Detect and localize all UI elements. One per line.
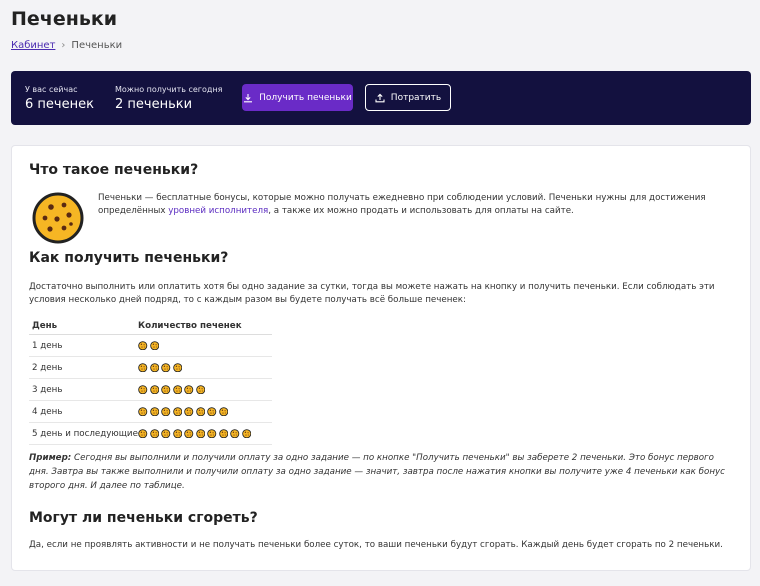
- table-cell-day: 3 день: [32, 384, 63, 395]
- balance-panel: У вас сейчас 6 печенек Можно получить се…: [11, 71, 751, 125]
- cookie-icon: [184, 428, 194, 439]
- breadcrumb-current: Печеньки: [71, 40, 123, 51]
- breadcrumb: Кабинет › Печеньки: [11, 40, 122, 51]
- cookie-icon: [241, 428, 251, 439]
- about-heading: Что такое печеньки?: [29, 162, 199, 178]
- table-row: 3 день: [29, 379, 272, 401]
- cookie-icon: [149, 406, 159, 417]
- cookie-icon: [161, 428, 171, 439]
- today-available-label: Можно получить сегодня: [115, 85, 223, 94]
- cookie-icon: [161, 362, 171, 373]
- download-icon: [244, 93, 253, 102]
- table-cell-count: [138, 384, 205, 395]
- spend-label: Потратить: [390, 92, 442, 103]
- cookie-icon: [161, 384, 171, 395]
- cookie-icon: [218, 406, 228, 417]
- table-row: 1 день: [29, 335, 272, 357]
- cookie-icon: [230, 428, 240, 439]
- burn-text: Да, если не проявлять активности и не по…: [29, 540, 723, 550]
- table-row: 2 день: [29, 357, 272, 379]
- cookie-icon: [138, 428, 148, 439]
- cookie-icon: [172, 428, 182, 439]
- cookie-icon: [149, 362, 159, 373]
- chevron-right-icon: ›: [61, 40, 66, 51]
- burn-heading: Могут ли печеньки сгореть?: [29, 510, 258, 526]
- current-balance-label: У вас сейчас: [25, 85, 78, 94]
- executor-levels-link[interactable]: уровней исполнителя: [168, 206, 268, 216]
- cookie-icon: [207, 406, 217, 417]
- cookie-table: День Количество печенек 1 день 2 день 3 де…: [29, 318, 272, 445]
- table-header: День Количество печенек: [29, 318, 272, 335]
- table-cell-day: 5 день и последующие: [32, 428, 138, 439]
- example-label: Пример:: [29, 453, 72, 463]
- table-body: 1 день 2 день 3 день 4 день 5 день и последу…: [29, 335, 272, 445]
- cookie-icon: [184, 406, 194, 417]
- table-cell-count: [138, 362, 182, 373]
- table-cell-count: [138, 406, 228, 417]
- example-body: Сегодня вы выполнили и получили оплату з…: [29, 453, 725, 491]
- cookie-icon: [172, 362, 182, 373]
- upload-icon: [375, 93, 385, 102]
- table-cell-count: [138, 428, 251, 439]
- table-cell-day: 1 день: [32, 340, 63, 351]
- cookie-icon: [149, 428, 159, 439]
- current-balance: У вас сейчас 6 печенек: [25, 85, 94, 112]
- how-text: Достаточно выполнить или оплатить хотя б…: [29, 282, 715, 305]
- cookie-icon: [172, 406, 182, 417]
- page-title: Печеньки: [11, 8, 118, 30]
- cookie-icon: [195, 428, 205, 439]
- col-count-header: Количество печенек: [138, 321, 242, 331]
- cookie-icon: [138, 384, 148, 395]
- table-cell-count: [138, 340, 159, 351]
- cookie-icon: [149, 384, 159, 395]
- cookie-icon: [207, 428, 217, 439]
- example-text: Пример: Сегодня вы выполнили и получили …: [29, 451, 734, 493]
- cookie-icon: [138, 340, 148, 351]
- table-row: 5 день и последующие: [29, 423, 272, 445]
- today-available: Можно получить сегодня 2 печеньки: [115, 85, 222, 112]
- cookie-icon: [138, 362, 148, 373]
- info-card: Что такое печеньки? Печеньки — бесплатны…: [11, 145, 751, 571]
- cookie-icon: [32, 192, 84, 244]
- cookie-icon: [172, 384, 182, 395]
- about-text: Печеньки — бесплатные бонусы, которые мо…: [98, 192, 738, 218]
- spend-button[interactable]: Потратить: [365, 84, 451, 111]
- current-balance-value: 6 печенек: [25, 97, 94, 112]
- cookie-icon: [195, 384, 205, 395]
- table-row: 4 день: [29, 401, 272, 423]
- table-cell-day: 4 день: [32, 406, 63, 417]
- cookie-icon: [138, 406, 148, 417]
- cookie-icon: [195, 406, 205, 417]
- get-cookies-button[interactable]: Получить печеньки: [242, 84, 353, 111]
- cookie-icon: [149, 340, 159, 351]
- breadcrumb-home-link[interactable]: Кабинет: [11, 40, 55, 51]
- today-available-value: 2 печеньки: [115, 97, 193, 112]
- cookie-icon: [161, 406, 171, 417]
- table-cell-day: 2 день: [32, 362, 63, 373]
- get-cookies-label: Получить печеньки: [259, 92, 352, 103]
- cookie-icon: [184, 384, 194, 395]
- col-day-header: День: [32, 321, 58, 331]
- about-text-part2: , а также их можно продать и использоват…: [268, 206, 574, 216]
- how-heading: Как получить печеньки?: [29, 250, 229, 266]
- cookie-icon: [218, 428, 228, 439]
